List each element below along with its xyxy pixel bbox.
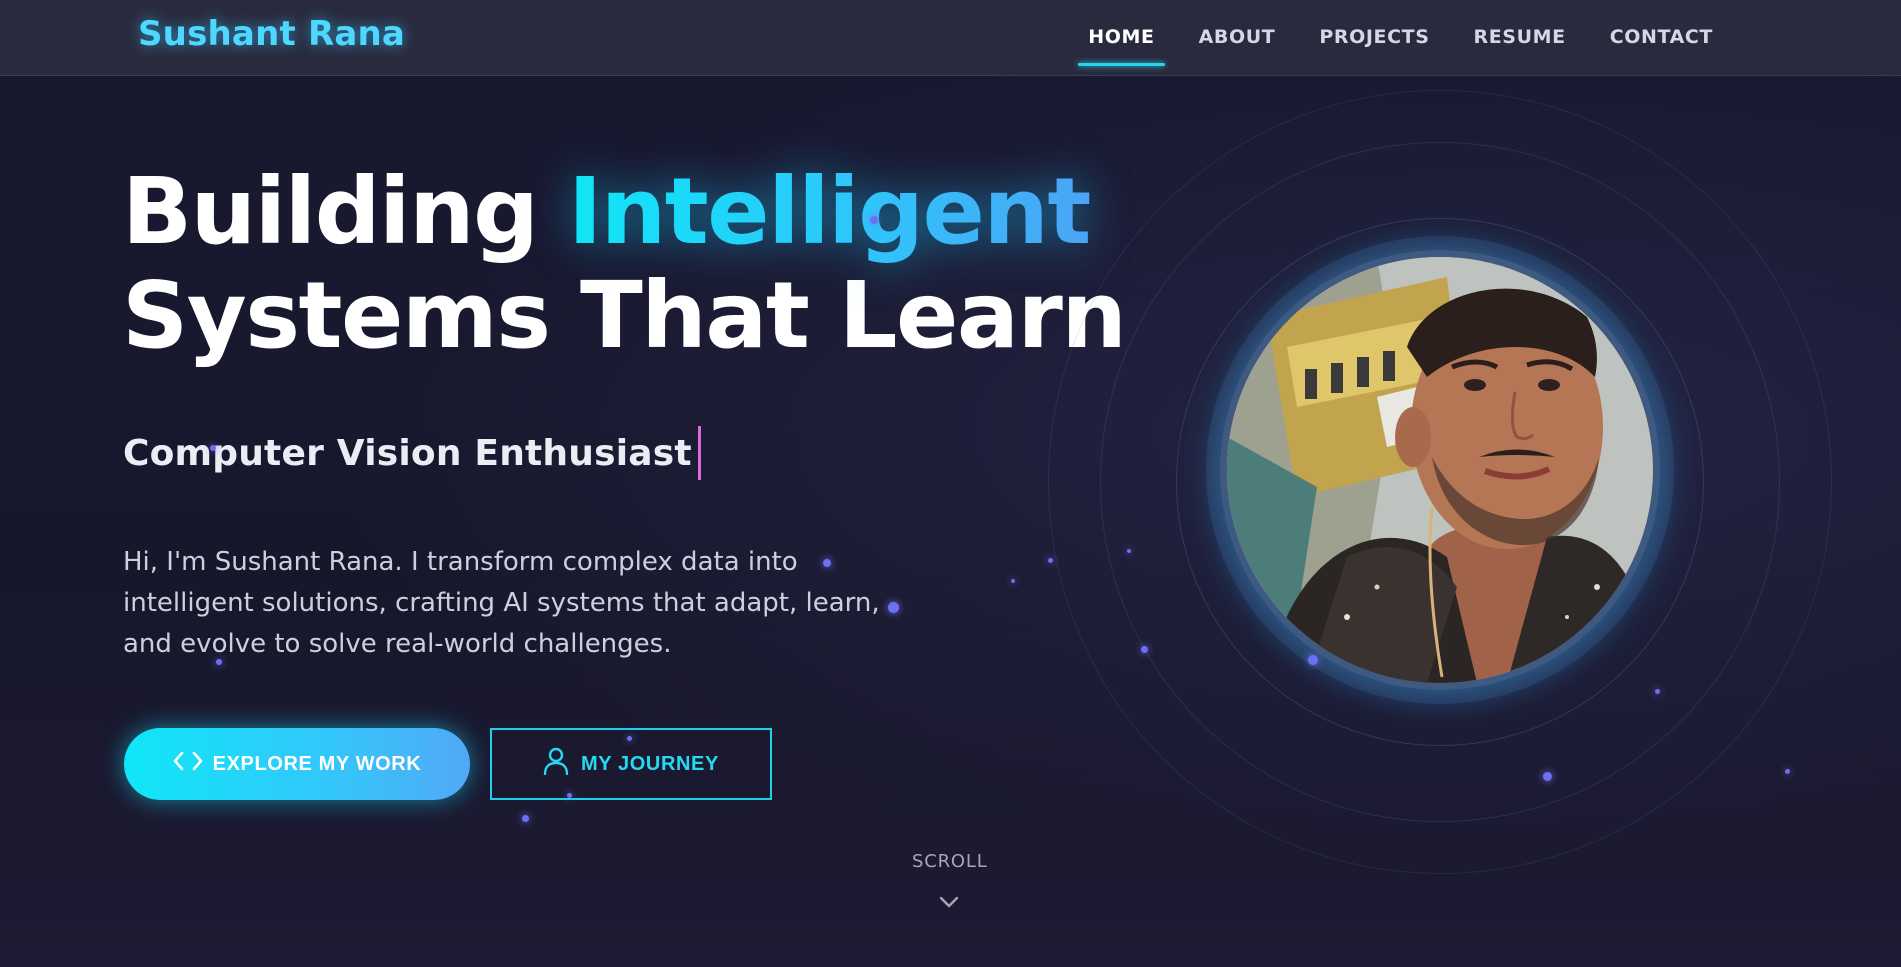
nav-link-projects[interactable]: PROJECTS [1297,0,1451,76]
hero-headline: Building Intelligent Systems That Learn [122,160,1127,369]
particle-dot [1785,769,1790,774]
brand-logo[interactable]: Sushant Rana [138,14,405,54]
nav-link-resume[interactable]: RESUME [1451,0,1587,76]
top-navbar: Sushant Rana HOME ABOUT PROJECTS RESUME … [0,0,1901,76]
nav-link-home[interactable]: HOME [1066,0,1176,76]
headline-line-1: Building Intelligent [122,160,1125,264]
profile-avatar [1220,250,1660,690]
particle-dot [1141,646,1148,653]
explore-my-work-button[interactable]: EXPLORE MY WORK [124,728,470,800]
headline-line-2: Systems That Learn [122,262,1127,369]
scroll-indicator-label[interactable]: SCROLL [912,851,987,872]
particle-dot [1048,558,1053,563]
particle-dot [1655,689,1660,694]
particle-dot [823,559,831,567]
particle-dot [567,793,572,798]
page: Sushant Rana HOME ABOUT PROJECTS RESUME … [0,0,1901,967]
particle-dot [1543,772,1552,781]
particle-dot [210,445,216,451]
code-icon [173,750,203,778]
particle-dot [870,216,878,224]
nav-link-about[interactable]: ABOUT [1177,0,1298,76]
particle-dot [888,602,899,613]
my-journey-label: MY JOURNEY [581,752,719,775]
particle-dot [1127,549,1131,553]
headline-plain-text: Building [122,158,568,265]
profile-photo-illustration [1227,257,1653,683]
particle-dot [216,659,222,665]
nav-link-contact[interactable]: CONTACT [1588,0,1735,76]
explore-my-work-label: EXPLORE MY WORK [212,752,422,775]
particle-dot [1011,579,1015,583]
typing-subtitle: Computer Vision Enthusiast [123,426,701,480]
particle-dot [1308,655,1318,665]
chevron-down-icon[interactable] [937,893,961,915]
intro-paragraph: Hi, I'm Sushant Rana. I transform comple… [123,547,880,659]
typing-caret [697,426,701,480]
user-icon [543,747,569,781]
particle-dot [522,815,529,822]
headline-accent-text: Intelligent [567,158,1091,265]
particle-dot [627,736,632,741]
nav-links: HOME ABOUT PROJECTS RESUME CONTACT [1066,0,1735,76]
subtitle-text: Computer Vision Enthusiast [123,432,692,474]
